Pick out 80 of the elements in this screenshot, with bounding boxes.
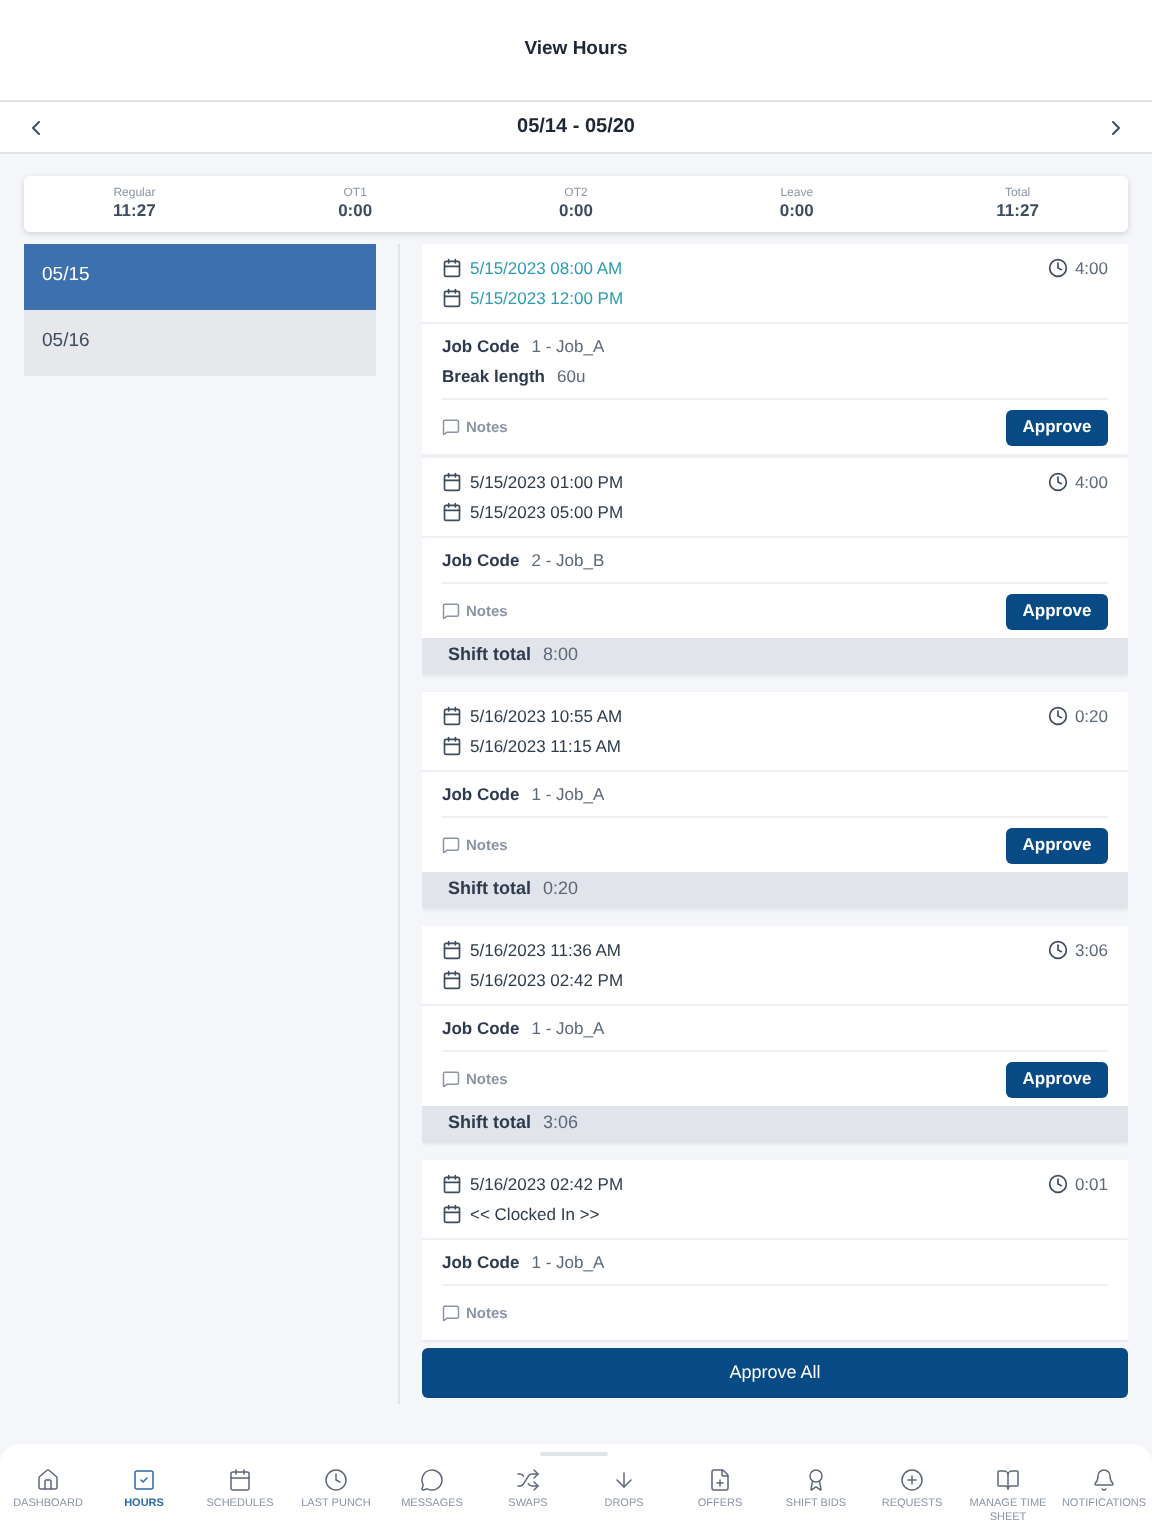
clock-icon	[1048, 472, 1069, 492]
approve-button[interactable]: Approve	[1006, 593, 1108, 629]
nav-icon	[324, 1468, 348, 1492]
entry-time: 5/16/2023 11:36 AM	[470, 937, 621, 963]
clock-icon	[1048, 706, 1069, 726]
entry-time: 5/15/2023 01:00 PM	[470, 469, 624, 495]
approve-button[interactable]: Approve	[1006, 827, 1108, 863]
drag-handle[interactable]	[540, 1452, 608, 1456]
calendar-icon	[442, 706, 462, 726]
summary-value: 0:00	[338, 202, 373, 220]
nav-icon	[708, 1468, 732, 1492]
notes-icon	[442, 836, 460, 854]
notes-icon	[442, 1304, 460, 1322]
clock-icon	[1048, 258, 1069, 278]
entry-duration: 0:01	[1074, 1172, 1108, 1198]
clock-icon	[1048, 1174, 1069, 1194]
nav-icon	[996, 1468, 1020, 1492]
period-label: 05/14 - 05/20	[517, 114, 635, 142]
calendar-icon	[442, 502, 462, 522]
summary-value: 11:27	[113, 202, 156, 220]
calendar-icon	[442, 970, 462, 990]
detail-value: 1 - Job_A	[531, 1249, 605, 1275]
entry-time: 5/16/2023 10:55 AM	[470, 703, 623, 729]
approve-button[interactable]: Approve	[1006, 409, 1108, 445]
entry-time: << Clocked In >>	[470, 1201, 600, 1227]
day-tab[interactable]: 05/16	[24, 310, 376, 376]
entry-time: 5/16/2023 02:42 PM	[470, 967, 624, 993]
calendar-icon	[442, 940, 462, 960]
shift-total-label: Shift total	[448, 876, 531, 903]
detail-label: Job Code	[442, 333, 520, 359]
calendar-icon	[442, 288, 462, 308]
calendar-icon	[442, 472, 462, 492]
shift-total-label: Shift total	[448, 642, 531, 669]
nav-icon	[612, 1468, 636, 1492]
detail-label: Job Code	[442, 1249, 520, 1275]
detail-value: 2 - Job_B	[531, 547, 605, 573]
approve-button[interactable]: Approve	[1006, 1061, 1108, 1097]
detail-label: Job Code	[442, 781, 520, 807]
summary-value: 11:27	[996, 202, 1039, 220]
nav-icon	[228, 1468, 252, 1492]
detail-value: 1 - Job_A	[531, 1015, 605, 1041]
nav-icon	[36, 1468, 60, 1492]
detail-label: Break length	[442, 363, 545, 389]
shift-total-value: 0:20	[543, 876, 579, 903]
page-title: View Hours	[524, 35, 628, 64]
calendar-icon	[442, 258, 462, 278]
entry-time: 5/16/2023 11:15 AM	[470, 733, 621, 759]
detail-label: Job Code	[442, 547, 520, 573]
entry-time: 5/16/2023 02:42 PM	[470, 1171, 624, 1197]
approve-all-button[interactable]: Approve All	[422, 1348, 1128, 1398]
summary-value: 0:00	[558, 202, 593, 220]
calendar-icon	[442, 1204, 462, 1224]
notes-icon	[442, 602, 460, 620]
entry-duration: 0:20	[1074, 704, 1108, 730]
nav-icon	[900, 1468, 924, 1492]
detail-value: 60u	[557, 363, 586, 389]
clock-icon	[1048, 940, 1069, 960]
entry-duration: 4:00	[1074, 470, 1108, 496]
entry-time: 5/15/2023 08:00 AM	[470, 255, 623, 281]
summary-value: 0:00	[779, 202, 814, 220]
nav-icon	[804, 1468, 828, 1492]
nav-icon	[420, 1468, 444, 1492]
nav-icon	[132, 1468, 156, 1492]
entry-time: 5/15/2023 05:00 PM	[470, 499, 624, 525]
notes-icon	[442, 1070, 460, 1088]
calendar-icon	[442, 1174, 462, 1194]
calendar-icon	[442, 736, 462, 756]
detail-label: Job Code	[442, 1015, 520, 1041]
day-tab[interactable]: 05/15	[24, 244, 376, 310]
shift-total-value: 3:06	[543, 1110, 579, 1137]
entry-duration: 3:06	[1074, 938, 1108, 964]
nav-icon	[1092, 1468, 1116, 1492]
nav-icon	[516, 1468, 540, 1492]
notes-icon	[442, 418, 460, 436]
entry-time: 5/15/2023 12:00 PM	[470, 285, 624, 311]
detail-value: 1 - Job_A	[531, 781, 605, 807]
shift-total-value: 8:00	[543, 642, 579, 669]
entry-duration: 4:00	[1074, 256, 1108, 282]
shift-total-label: Shift total	[448, 1110, 531, 1137]
detail-value: 1 - Job_A	[531, 333, 605, 359]
